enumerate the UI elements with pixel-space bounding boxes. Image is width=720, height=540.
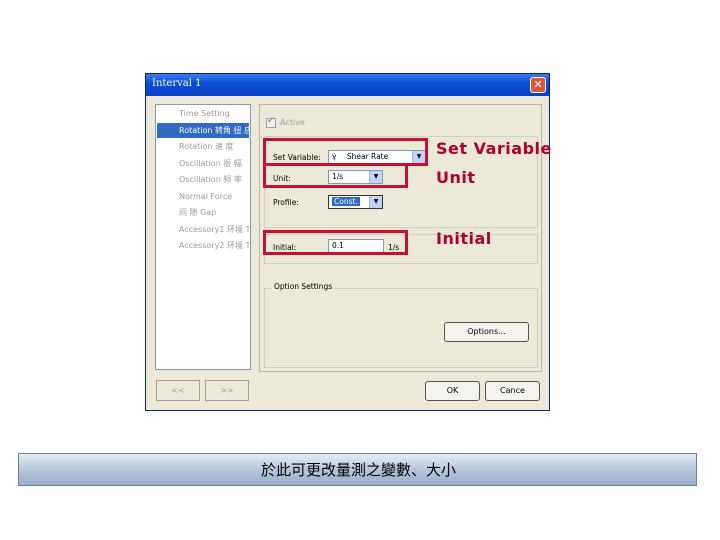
highlight-set-variable xyxy=(263,138,428,166)
nav-item[interactable]: Rotation 速 度 xyxy=(157,139,249,154)
profile-value: Const. xyxy=(332,197,360,206)
nav-item[interactable]: Normal Force xyxy=(157,189,249,204)
caption-bar: 於此可更改量測之變數、大小 xyxy=(18,453,697,486)
active-checkbox[interactable]: ✔ xyxy=(266,116,276,128)
annotation-unit: Unit xyxy=(436,168,476,187)
annotation-initial: Initial xyxy=(436,229,492,248)
profile-select[interactable]: Const. ▼ xyxy=(328,195,383,209)
close-icon: ✕ xyxy=(533,78,543,91)
settings-nav-list[interactable]: Time Setting Rotation 转角 扭 应 Rotation 速 度 O… xyxy=(155,104,251,370)
dialog-title: Interval 1 xyxy=(152,78,202,89)
profile-label: Profile: xyxy=(273,198,299,207)
highlight-initial xyxy=(263,230,408,255)
options-button[interactable]: Options... xyxy=(444,322,529,342)
caption-text: 於此可更改量測之變數、大小 xyxy=(260,461,456,479)
next-button[interactable]: >> xyxy=(205,380,249,401)
annotation-set-variable: Set Variable xyxy=(436,139,552,158)
nav-item[interactable]: Oscillation 振 幅 xyxy=(157,156,249,171)
nav-item[interactable]: Rotation 转角 扭 应 xyxy=(157,122,249,138)
active-label: Active xyxy=(280,118,305,127)
cancel-button[interactable]: Cance xyxy=(485,381,540,401)
highlight-unit xyxy=(263,163,408,188)
title-bar[interactable]: Interval 1 ✕ xyxy=(146,74,549,96)
chevron-down-icon: ▼ xyxy=(369,196,382,208)
nav-item[interactable]: Time Setting xyxy=(157,106,249,121)
nav-item[interactable]: Accessory2 环境 TC xyxy=(157,238,249,253)
ok-button[interactable]: OK xyxy=(425,381,480,401)
check-icon: ✔ xyxy=(267,116,275,126)
option-settings-title: Option Settings xyxy=(272,282,335,291)
nav-item[interactable]: Oscillation 频 率 xyxy=(157,172,249,187)
nav-item[interactable]: 间 隙 Gap xyxy=(157,205,249,220)
close-button[interactable]: ✕ xyxy=(530,77,546,93)
back-button[interactable]: << xyxy=(156,380,200,401)
nav-item[interactable]: Accessory1 环境 TEZ xyxy=(157,222,249,237)
